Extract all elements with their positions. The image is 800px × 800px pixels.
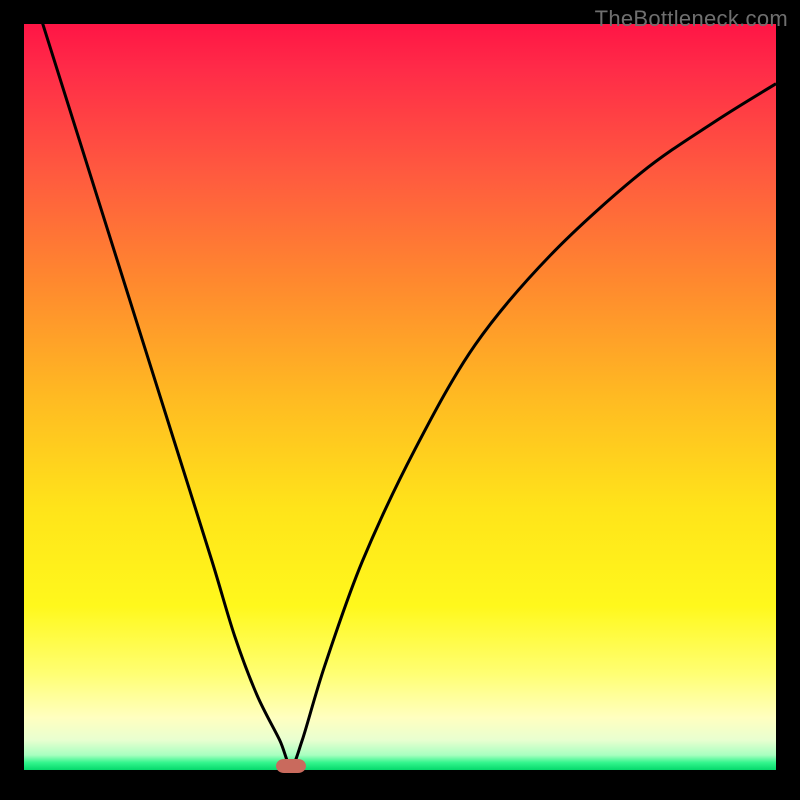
curve-svg xyxy=(24,24,776,770)
plot-area xyxy=(24,24,776,782)
watermark-text: TheBottleneck.com xyxy=(595,6,788,32)
minimum-marker xyxy=(276,759,306,773)
bottleneck-curve xyxy=(24,24,776,766)
bottom-frame xyxy=(24,770,776,782)
chart-stage: TheBottleneck.com xyxy=(0,0,800,800)
